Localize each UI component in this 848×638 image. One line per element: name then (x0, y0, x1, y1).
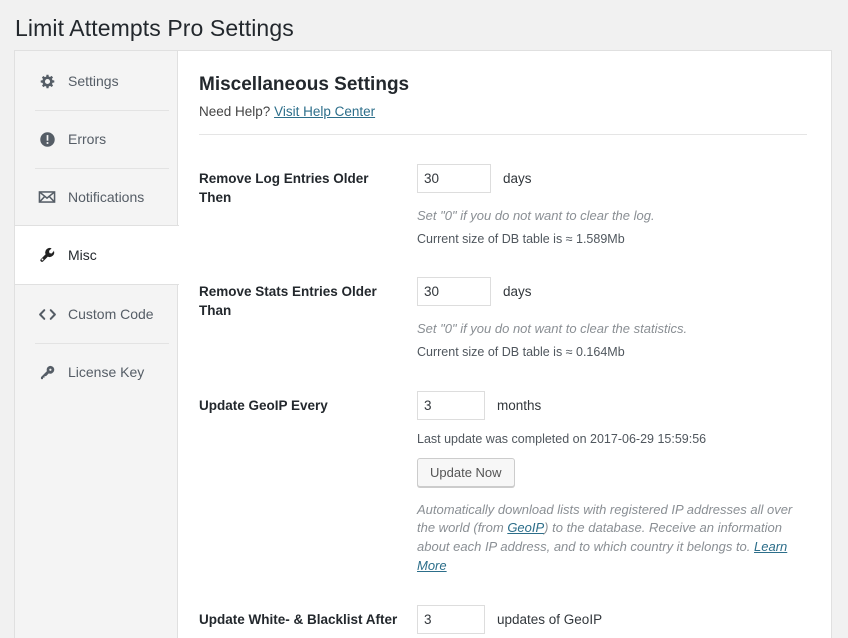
row-field: days Set "0" if you do not want to clear… (417, 163, 807, 249)
sidebar-nav: Settings Errors Notifications Misc Custo… (15, 51, 179, 638)
unit-label: months (497, 397, 542, 413)
row-label: Update White- & Blacklist After (199, 612, 398, 627)
form-row-remove-stats-entries: Remove Stats Entries Older Than days Set… (199, 248, 807, 362)
sidebar-item-custom-code[interactable]: Custom Code (15, 285, 177, 343)
code-brackets-icon (37, 304, 57, 324)
row-note: Last update was completed on 2017-06-29 … (417, 431, 707, 446)
sidebar-item-label: Custom Code (68, 306, 154, 322)
field-line: days (417, 163, 807, 193)
need-help-line: Need Help? Visit Help Center (199, 104, 807, 119)
row-label: Remove Log Entries Older Then (199, 170, 369, 205)
update-white-blacklist-input[interactable] (417, 605, 485, 634)
field-line: days (417, 277, 807, 307)
sidebar-item-label: Errors (68, 131, 107, 147)
sidebar-item-notifications[interactable]: Notifications (15, 168, 177, 226)
remove-log-entries-input[interactable] (417, 163, 491, 193)
sidebar-item-misc[interactable]: Misc (15, 225, 179, 285)
section-heading: Miscellaneous Settings (199, 74, 410, 95)
update-geoip-every-input[interactable] (417, 390, 485, 420)
unit-label: days (503, 284, 532, 300)
row-label: Update GeoIP Every (199, 397, 328, 413)
row-description: Set "0" if you do not want to clear the … (417, 321, 688, 337)
remove-stats-entries-input[interactable] (417, 277, 491, 307)
sidebar-item-license-key[interactable]: License Key (15, 343, 177, 401)
geoip-link[interactable]: GeoIP (507, 520, 544, 535)
row-field: months Last update was completed on 2017… (417, 390, 807, 576)
key-icon (37, 362, 57, 382)
form-row-update-white-blacklist: Update White- & Blacklist After updates … (199, 576, 807, 638)
need-help-text: Need Help? (199, 103, 271, 119)
row-description: Automatically download lists with regist… (417, 501, 799, 576)
unit-label: updates of GeoIP (497, 612, 603, 627)
row-note: Current size of DB table is ≈ 0.164Mb (417, 345, 625, 360)
sidebar-item-errors[interactable]: Errors (15, 110, 177, 168)
field-line: months (417, 390, 807, 420)
page-title: Limit Attempts Pro Settings (15, 15, 294, 41)
row-description: Set "0" if you do not want to clear the … (417, 207, 655, 223)
wrench-icon (37, 245, 57, 265)
row-field: days Set "0" if you do not want to clear… (417, 277, 807, 362)
form-row-remove-log-entries: Remove Log Entries Older Then days Set "… (199, 135, 807, 249)
sidebar-item-label: Notifications (68, 189, 145, 205)
envelope-icon (37, 187, 57, 207)
content-panel: Miscellaneous Settings Need Help? Visit … (178, 51, 831, 638)
form-row-update-geoip: Update GeoIP Every months Last update wa… (199, 362, 807, 576)
row-field: updates of GeoIP Never been updated yet … (417, 605, 807, 638)
row-note: Current size of DB table is ≈ 1.589Mb (417, 231, 625, 246)
gear-icon (37, 71, 57, 91)
visit-help-center-link[interactable]: Visit Help Center (274, 104, 375, 119)
field-line: updates of GeoIP (417, 605, 807, 634)
sidebar-item-settings[interactable]: Settings (15, 52, 177, 110)
unit-label: days (503, 170, 532, 186)
sidebar-item-label: Misc (68, 247, 97, 263)
settings-frame: Settings Errors Notifications Misc Custo… (14, 50, 832, 638)
sidebar-item-label: Settings (68, 73, 119, 89)
sidebar-item-label: License Key (68, 364, 145, 380)
row-label: Remove Stats Entries Older Than (199, 284, 377, 319)
update-geoip-now-button[interactable]: Update Now (417, 457, 515, 487)
alert-circle-icon (37, 129, 57, 149)
